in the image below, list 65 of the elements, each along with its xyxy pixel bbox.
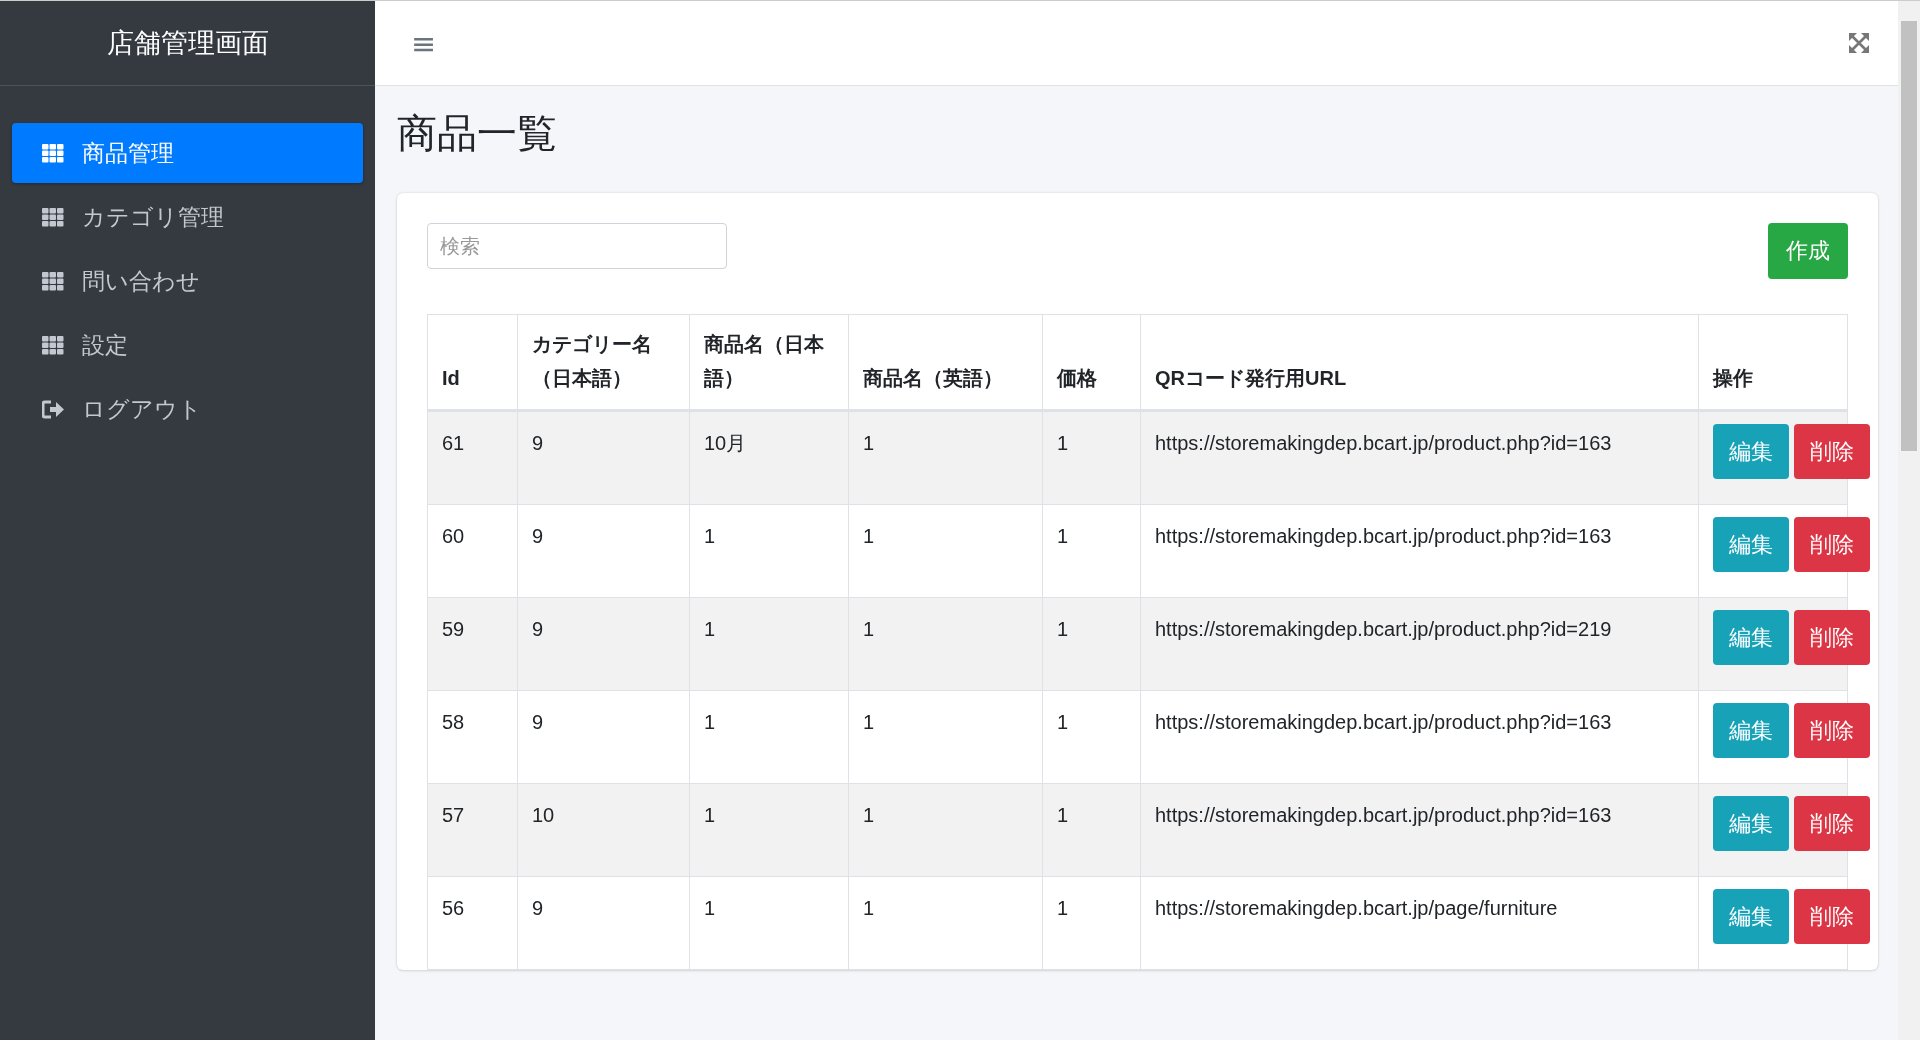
table-cell: 61 (427, 410, 518, 505)
table-cell: 9 (517, 876, 690, 970)
delete-button[interactable]: 削除 (1794, 424, 1870, 479)
table-cell: https://storemakingdep.bcart.jp/product.php?id=219 (1140, 597, 1699, 691)
table-cell: 1 (848, 783, 1043, 877)
search-field[interactable]: 検索 (427, 223, 727, 269)
table-cell: 1 (1042, 690, 1141, 784)
delete-button[interactable]: 削除 (1794, 610, 1870, 665)
delete-button[interactable]: 削除 (1794, 517, 1870, 572)
table-cell: 9 (517, 690, 690, 784)
sidebar-item[interactable]: 設定 (12, 315, 363, 375)
table-cell: 56 (427, 876, 518, 970)
scrollbar[interactable] (1898, 1, 1920, 1040)
sidebar-item[interactable]: カテゴリ管理 (12, 187, 363, 247)
table-cell: 1 (848, 876, 1043, 970)
delete-button[interactable]: 削除 (1794, 796, 1870, 851)
grid-icon (42, 335, 64, 355)
table-cell: https://storemakingdep.bcart.jp/page/furniture (1140, 876, 1699, 970)
edit-button[interactable]: 編集 (1713, 889, 1789, 944)
table-cell: 1 (848, 504, 1043, 598)
table-cell: 58 (427, 690, 518, 784)
table-cell: 1 (848, 690, 1043, 784)
sign-out-icon (42, 399, 64, 419)
table-cell: 1 (689, 690, 849, 784)
table-cell: 1 (1042, 410, 1141, 505)
table-cell: 1 (848, 597, 1043, 691)
grid-icon (42, 207, 64, 227)
brand-title: 店舗管理画面 (106, 27, 269, 60)
table-cell: 1 (689, 783, 849, 877)
create-button[interactable]: 作成 (1768, 223, 1848, 279)
table-cell: 1 (1042, 876, 1141, 970)
table-cell: https://storemakingdep.bcart.jp/product.php?id=163 (1140, 690, 1699, 784)
sidebar-item[interactable]: 商品管理 (12, 123, 363, 183)
table-cell: 60 (427, 504, 518, 598)
edit-button[interactable]: 編集 (1713, 610, 1789, 665)
table-cell: 1 (1042, 597, 1141, 691)
grid-icon (42, 143, 64, 163)
table-cell: 10 (517, 783, 690, 877)
table-cell: https://storemakingdep.bcart.jp/product.php?id=163 (1140, 504, 1699, 598)
table-cell: https://storemakingdep.bcart.jp/product.php?id=163 (1140, 410, 1699, 505)
menu-button[interactable]: ≡ (405, 25, 443, 61)
table-cell: 1 (1042, 504, 1141, 598)
table-cell: 9 (517, 410, 690, 505)
table-cell: 1 (689, 597, 849, 691)
delete-button[interactable]: 削除 (1794, 889, 1870, 944)
table-cell: 10月 (689, 410, 849, 505)
table-cell: 59 (427, 597, 518, 691)
grid-icon (42, 271, 64, 291)
edit-button[interactable]: 編集 (1713, 703, 1789, 758)
table-cell: 9 (517, 504, 690, 598)
edit-button[interactable]: 編集 (1713, 796, 1789, 851)
table-cell: 1 (848, 410, 1043, 505)
table-cell: 1 (1042, 783, 1141, 877)
table-cell: 57 (427, 783, 518, 877)
fullscreen-icon[interactable] (1848, 32, 1870, 54)
delete-button[interactable]: 削除 (1794, 703, 1870, 758)
page-title: 商品一覧 (397, 110, 558, 157)
table-cell: 9 (517, 597, 690, 691)
table-cell: 1 (689, 504, 849, 598)
table-cell: 1 (689, 876, 849, 970)
sidebar-item[interactable]: ログアウト (12, 379, 363, 439)
sidebar-item[interactable]: 問い合わせ (12, 251, 363, 311)
edit-button[interactable]: 編集 (1713, 517, 1789, 572)
edit-button[interactable]: 編集 (1713, 424, 1789, 479)
table-cell: https://storemakingdep.bcart.jp/product.php?id=163 (1140, 783, 1699, 877)
